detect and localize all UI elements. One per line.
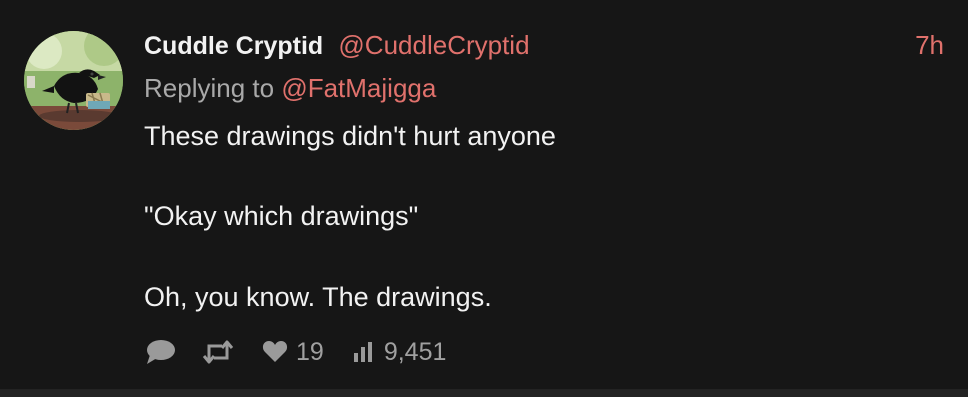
like-count: 19 <box>296 337 324 366</box>
retweet-button[interactable] <box>202 339 234 365</box>
user-handle[interactable]: @CuddleCryptid <box>338 30 529 60</box>
action-bar: 19 9,451 <box>144 334 446 370</box>
replying-to-handle[interactable]: @FatMajigga <box>281 73 436 103</box>
avatar[interactable] <box>24 31 123 130</box>
view-count: 9,451 <box>383 337 447 366</box>
like-button[interactable]: 19 <box>262 338 324 367</box>
display-name[interactable]: Cuddle Cryptid <box>144 32 323 60</box>
speech-bubble-icon <box>147 340 175 364</box>
tweet-text-line: "Okay which drawings" <box>144 201 419 231</box>
replying-to: Replying to @FatMajigga <box>144 70 436 106</box>
replying-prefix: Replying to <box>144 73 275 103</box>
tweet-text-line: These drawings didn't hurt anyone <box>144 121 556 151</box>
retweet-icon <box>202 340 234 364</box>
views-button[interactable]: 9,451 <box>352 337 447 367</box>
divider <box>0 389 968 397</box>
tweet-card[interactable]: Cuddle Cryptid @CuddleCryptid 7h Replyin… <box>0 0 968 397</box>
tweet-text-line: Oh, you know. The drawings. <box>144 282 492 312</box>
avatar-crow-image <box>24 31 123 130</box>
timestamp[interactable]: 7h <box>915 27 944 63</box>
reply-button[interactable] <box>144 338 176 366</box>
tweet-header: Cuddle Cryptid @CuddleCryptid <box>144 27 530 64</box>
bar-chart-icon <box>353 342 372 362</box>
heart-icon <box>262 341 288 362</box>
